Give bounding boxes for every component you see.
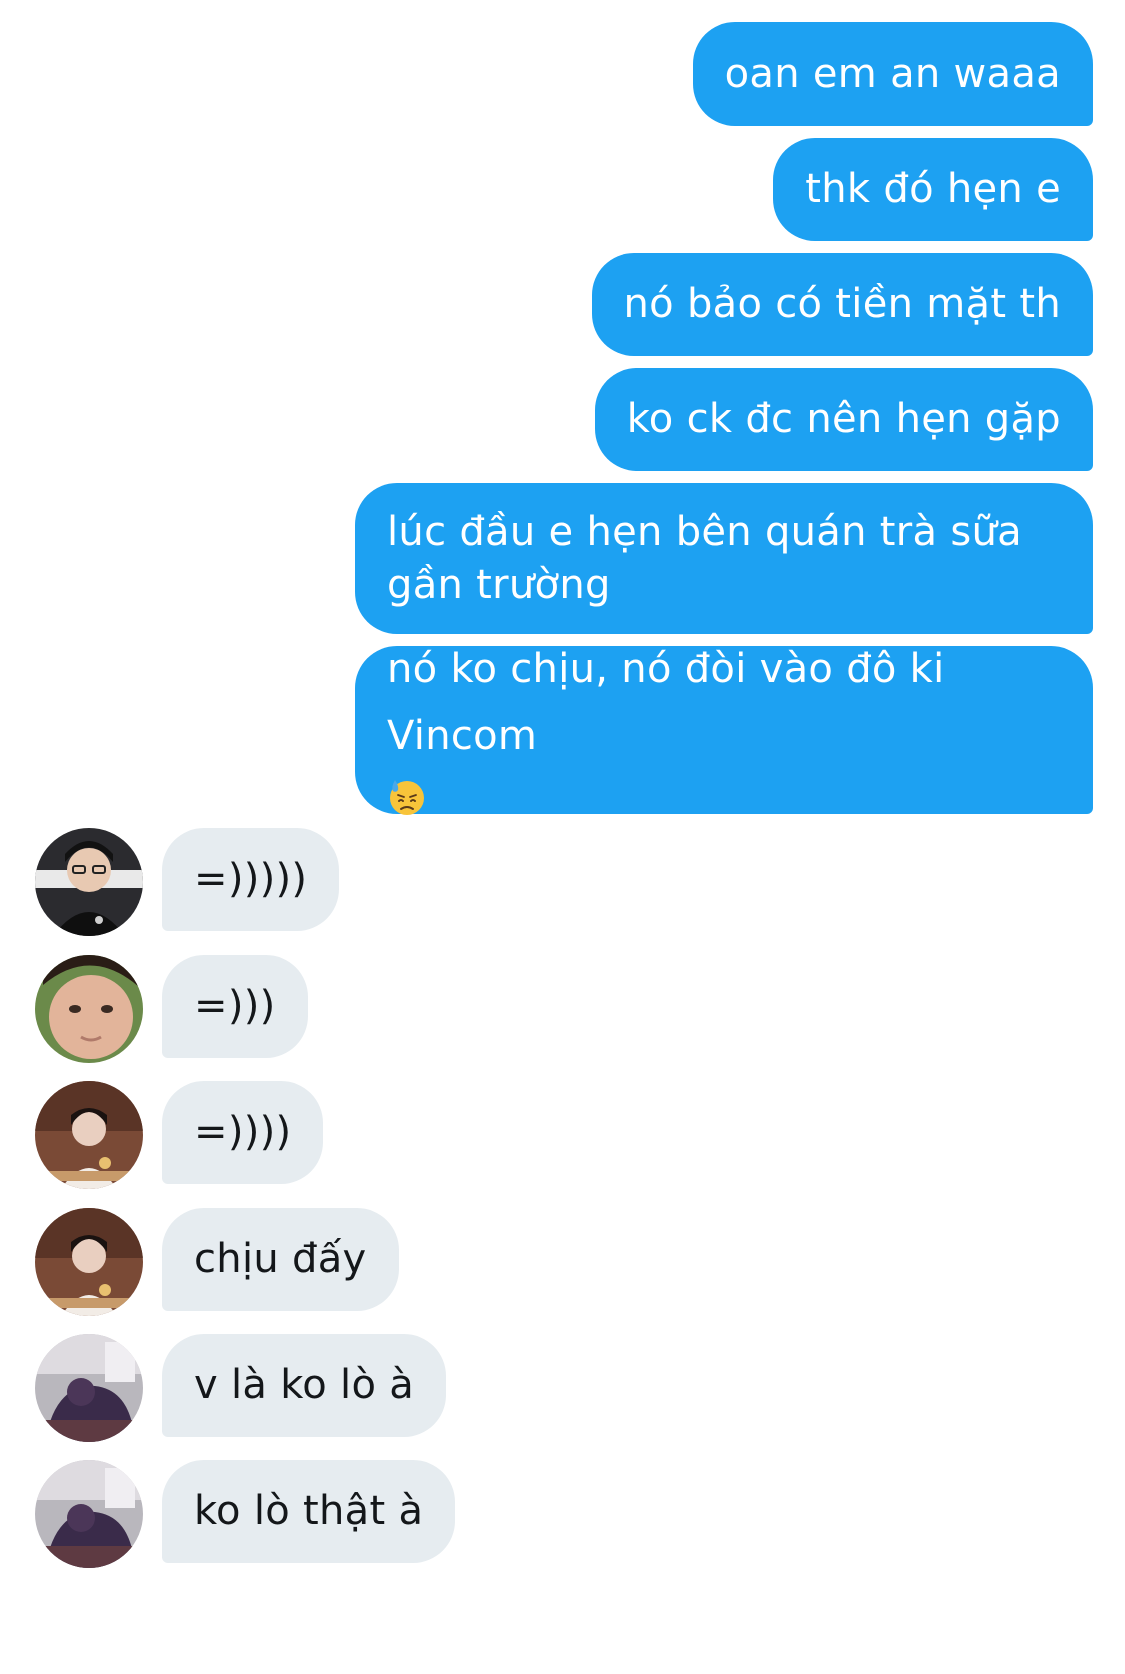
downcast-face-with-sweat-icon bbox=[387, 777, 427, 817]
incoming-message[interactable]: chịu đấy bbox=[162, 1208, 399, 1311]
outgoing-message[interactable]: nó ko chịu, nó đòi vào đô ki Vincom bbox=[355, 646, 1093, 817]
message-text-line: gần trường bbox=[387, 561, 611, 608]
incoming-message[interactable]: v là ko lò à bbox=[162, 1334, 447, 1437]
message-text-line: lúc đầu e hẹn bên quán trà sữa bbox=[387, 508, 1022, 555]
dm-conversation-thread: oan em an waaa thk đó hẹn e nó bảo có ti… bbox=[0, 0, 1125, 1674]
incoming-message[interactable]: =))) bbox=[162, 955, 308, 1058]
message-text: oan em an waaa bbox=[724, 50, 1061, 97]
avatar[interactable] bbox=[35, 955, 143, 1063]
incoming-message[interactable]: ko lò thật à bbox=[162, 1460, 456, 1563]
avatar[interactable] bbox=[35, 1081, 143, 1189]
outgoing-message[interactable]: thk đó hẹn e bbox=[773, 138, 1093, 241]
outgoing-message[interactable]: oan em an waaa bbox=[692, 22, 1093, 126]
outgoing-message[interactable]: lúc đầu e hẹn bên quán trà sữa gần trườn… bbox=[355, 483, 1093, 634]
outgoing-message[interactable]: ko ck đc nên hẹn gặp bbox=[594, 368, 1093, 471]
message-text: nó bảo có tiền mặt th bbox=[623, 281, 1061, 328]
avatar[interactable] bbox=[35, 828, 143, 936]
message-text: =))) bbox=[194, 983, 276, 1030]
message-text: thk đó hẹn e bbox=[805, 166, 1061, 213]
message-text: chịu đấy bbox=[194, 1236, 367, 1283]
message-text-line: nó ko chịu, nó đòi vào đô ki bbox=[387, 646, 945, 693]
outgoing-message[interactable]: nó bảo có tiền mặt th bbox=[591, 253, 1093, 356]
message-text: ko lò thật à bbox=[194, 1488, 424, 1535]
message-text: v là ko lò à bbox=[194, 1362, 415, 1409]
message-text: =))))) bbox=[194, 856, 308, 903]
incoming-message[interactable]: =)))) bbox=[162, 1081, 324, 1184]
incoming-message[interactable]: =))))) bbox=[162, 828, 340, 931]
avatar[interactable] bbox=[35, 1460, 143, 1568]
avatar[interactable] bbox=[35, 1334, 143, 1442]
avatar[interactable] bbox=[35, 1208, 143, 1316]
message-text: =)))) bbox=[194, 1109, 292, 1156]
message-text-line: Vincom bbox=[387, 710, 945, 817]
message-text: ko ck đc nên hẹn gặp bbox=[626, 396, 1061, 443]
